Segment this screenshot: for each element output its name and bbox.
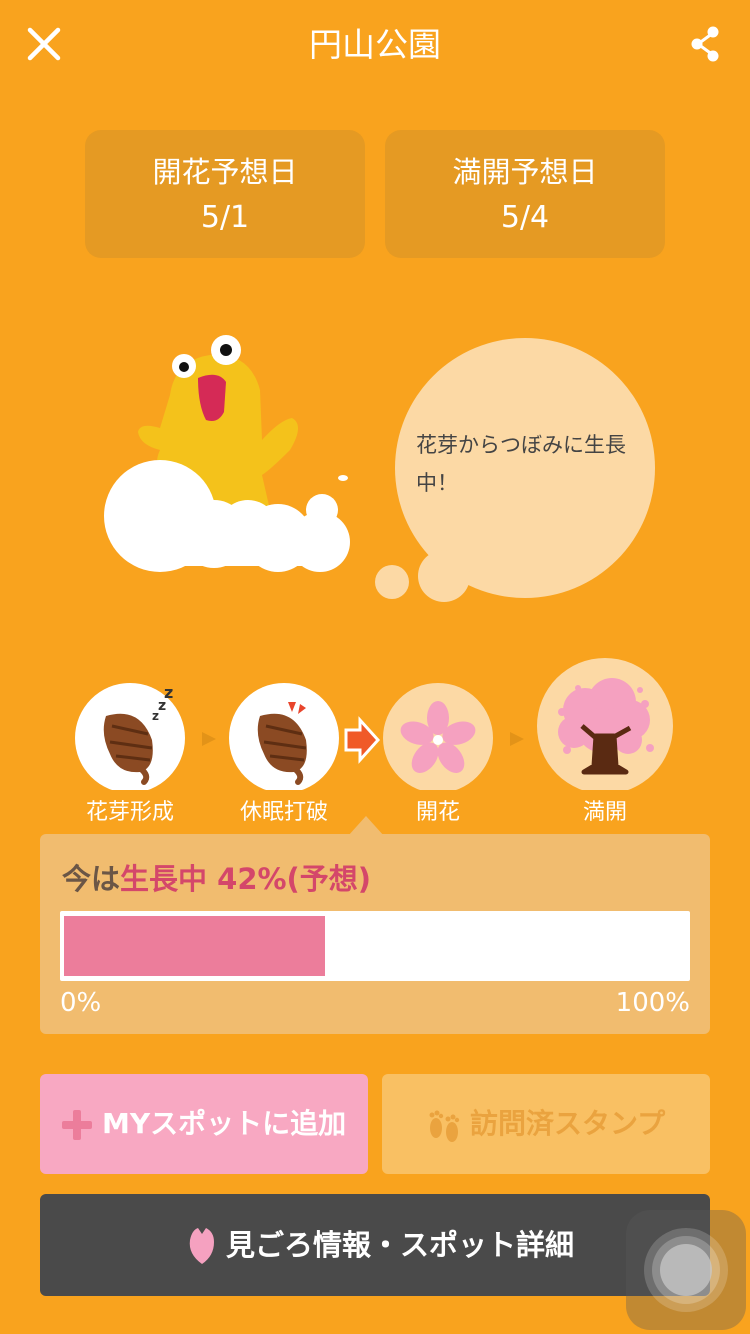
footprints-icon — [429, 1110, 460, 1142]
share-button[interactable] — [684, 22, 728, 66]
plus-icon — [62, 1110, 92, 1140]
bud-sleeping-icon: z z z — [75, 683, 185, 790]
spot-detail-button[interactable]: 見ごろ情報・スポット詳細 — [40, 1194, 710, 1296]
stage-label-1: 花芽形成 — [85, 800, 174, 825]
svg-text:z: z — [164, 683, 173, 702]
progress-bar-fill — [64, 916, 325, 976]
page-title: 円山公園 — [309, 25, 441, 64]
stage-label-4: 満開 — [582, 800, 627, 825]
share-icon — [691, 26, 719, 62]
bud-awakening-icon — [229, 683, 339, 790]
stage-label-3: 開花 — [415, 800, 460, 825]
assistive-touch-icon — [644, 1228, 728, 1312]
stage-arrow-3 — [510, 732, 524, 746]
visited-stamp-button[interactable]: 訪問済スタンプ — [382, 1074, 710, 1174]
stage-arrow-1 — [202, 732, 216, 746]
sakura-flower-icon — [383, 683, 493, 790]
speech-line-1: 花芽からつぼみに生長 — [416, 433, 626, 457]
speech-bubble-text: 花芽からつぼみに生長 中！ — [416, 426, 646, 502]
add-my-spot-label: MYスポットに追加 — [102, 1107, 347, 1140]
full-bloom-forecast-card: 満開予想日 5/4 — [385, 130, 665, 258]
stage-timeline: z z z — [75, 658, 673, 790]
speech-line-2: 中！ — [416, 471, 458, 495]
sakura-petal-icon — [189, 1228, 214, 1264]
spot-detail-label: 見ごろ情報・スポット詳細 — [226, 1228, 575, 1262]
status-stage: 生長中 — [120, 862, 208, 896]
bloom-forecast-value: 5/1 — [200, 200, 250, 235]
full-bloom-tree-icon — [537, 658, 673, 790]
bloom-forecast-card: 開花予想日 5/1 — [85, 130, 365, 258]
stage-label-2: 休眠打破 — [239, 800, 328, 825]
full-bloom-forecast-value: 5/4 — [500, 200, 550, 235]
add-my-spot-button[interactable]: MYスポットに追加 — [40, 1074, 368, 1174]
status-prefix: 今は — [62, 862, 121, 896]
current-stage-arrow — [344, 716, 381, 764]
progress-max-label: 100% — [615, 988, 690, 1018]
full-bloom-forecast-label: 満開予想日 — [452, 155, 598, 189]
assistive-touch-button[interactable] — [626, 1210, 746, 1330]
bloom-forecast-label: 開花予想日 — [152, 155, 298, 189]
progress-min-label: 0% — [60, 988, 102, 1018]
visited-stamp-label: 訪問済スタンプ — [470, 1107, 666, 1140]
growth-status: 今は生長中 42%(予想) — [62, 856, 371, 902]
panel-pointer — [348, 816, 384, 836]
status-percent: 42%(予想) — [217, 862, 372, 896]
